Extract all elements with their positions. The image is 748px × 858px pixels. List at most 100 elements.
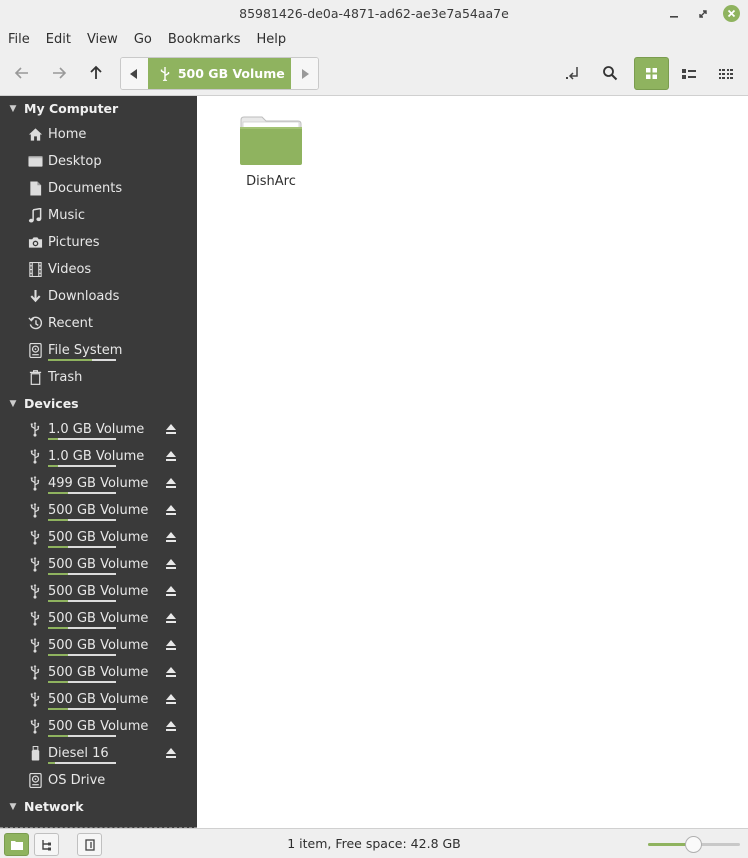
sidebar-item-label: 500 GB Volume — [48, 638, 148, 656]
sidebar-item-500-gb-volume[interactable]: 500 GB Volume — [0, 578, 197, 605]
sidebar-item-label: 1.0 GB Volume — [48, 449, 144, 467]
maximize-icon[interactable] — [694, 5, 711, 22]
file-view[interactable]: DishArc — [197, 96, 748, 828]
path-crumb-current[interactable]: 500 GB Volume — [147, 58, 292, 89]
sidebar-item-500-gb-volume[interactable]: 500 GB Volume — [0, 524, 197, 551]
back-button[interactable] — [6, 57, 38, 89]
sidebar-item-label: File System — [48, 343, 122, 361]
sidebar-item-500-gb-volume[interactable]: 500 GB Volume — [0, 497, 197, 524]
path-right-button[interactable] — [291, 58, 318, 89]
menu-edit[interactable]: Edit — [42, 32, 75, 47]
sidebar-item-label: Documents — [48, 181, 123, 196]
eject-icon[interactable] — [164, 611, 178, 625]
menu-bookmarks[interactable]: Bookmarks — [164, 32, 245, 47]
file-name: DishArc — [246, 174, 296, 189]
sidebar-item-home[interactable]: Home — [0, 121, 197, 148]
usage-bar — [48, 600, 116, 602]
eject-icon[interactable] — [164, 692, 178, 706]
trash-icon — [27, 370, 43, 386]
recent-icon — [27, 316, 43, 332]
sidebar-item-pictures[interactable]: Pictures — [0, 229, 197, 256]
sidebar-item-label: 500 GB Volume — [48, 530, 148, 548]
file-item-disharc[interactable]: DishArc — [235, 116, 307, 189]
usage-bar — [48, 465, 116, 467]
sidebar-item-trash[interactable]: Trash — [0, 364, 197, 391]
compact-view-button[interactable] — [708, 57, 743, 90]
usb-icon — [27, 530, 43, 546]
zoom-slider[interactable] — [648, 836, 740, 853]
eject-icon[interactable] — [164, 719, 178, 733]
usage-bar — [48, 359, 116, 361]
usb-icon — [27, 638, 43, 654]
eject-icon[interactable] — [164, 638, 178, 652]
sidebar-item-label: Desktop — [48, 154, 102, 169]
usb-stick-icon — [27, 746, 43, 762]
sidebar-item-diesel-16[interactable]: Diesel 16 — [0, 740, 197, 767]
sidebar-item-documents[interactable]: Documents — [0, 175, 197, 202]
path-left-button[interactable] — [121, 58, 148, 89]
sidebar-item-label: OS Drive — [48, 773, 106, 788]
sidebar-item-desktop[interactable]: Desktop — [0, 148, 197, 175]
sidebar-item-499-gb-volume[interactable]: 499 GB Volume — [0, 470, 197, 497]
forward-button[interactable] — [43, 57, 75, 89]
usage-bar-fill — [48, 492, 69, 494]
usage-bar — [48, 546, 116, 548]
sidebar: ▼ My Computer Home Desktop Documents Music P… — [0, 96, 197, 828]
desktop-icon — [27, 154, 43, 170]
film-icon — [27, 262, 43, 278]
usage-bar-fill — [48, 465, 59, 467]
eject-icon[interactable] — [164, 584, 178, 598]
icon-view-button[interactable] — [634, 57, 669, 90]
eject-icon[interactable] — [164, 665, 178, 679]
sidebar-item-file-system[interactable]: File System — [0, 337, 197, 364]
sidebar-item-os-drive[interactable]: OS Drive — [0, 767, 197, 794]
eject-icon[interactable] — [164, 422, 178, 436]
eject-icon[interactable] — [164, 557, 178, 571]
home-icon — [27, 127, 43, 143]
eject-icon[interactable] — [164, 746, 178, 760]
sidebar-section-devices[interactable]: ▼ Devices — [0, 391, 197, 416]
sidebar-item-500-gb-volume[interactable]: 500 GB Volume — [0, 551, 197, 578]
usage-bar-fill — [48, 573, 69, 575]
usb-icon — [27, 665, 43, 681]
path-bar: 500 GB Volume — [120, 57, 319, 90]
usb-icon — [27, 611, 43, 627]
sidebar-item-500-gb-volume[interactable]: 500 GB Volume — [0, 713, 197, 740]
eject-icon[interactable] — [164, 476, 178, 490]
sidebar-item-1-0-gb-volume[interactable]: 1.0 GB Volume — [0, 443, 197, 470]
sidebar-item-500-gb-volume[interactable]: 500 GB Volume — [0, 632, 197, 659]
zoom-handle[interactable] — [685, 836, 702, 853]
sidebar-section-my-computer[interactable]: ▼ My Computer — [0, 96, 197, 121]
sidebar-item-500-gb-volume[interactable]: 500 GB Volume — [0, 605, 197, 632]
sidebar-item-label: Music — [48, 208, 85, 223]
sidebar-item-label: 500 GB Volume — [48, 692, 148, 710]
compact-view-icon — [718, 68, 733, 79]
up-button[interactable] — [80, 57, 112, 89]
toggle-location-button[interactable] — [557, 57, 589, 89]
close-icon[interactable] — [723, 5, 740, 22]
usage-bar-fill — [48, 735, 69, 737]
sidebar-item-downloads[interactable]: Downloads — [0, 283, 197, 310]
sidebar-item-500-gb-volume[interactable]: 500 GB Volume — [0, 686, 197, 713]
usage-bar — [48, 519, 116, 521]
minimize-icon[interactable] — [665, 5, 682, 22]
sidebar-item-recent[interactable]: Recent — [0, 310, 197, 337]
sidebar-item-music[interactable]: Music — [0, 202, 197, 229]
list-view-button[interactable] — [671, 57, 706, 90]
usage-bar-fill — [48, 681, 69, 683]
menu-go[interactable]: Go — [130, 32, 156, 47]
menu-view[interactable]: View — [83, 32, 122, 47]
arrow-left-icon — [14, 67, 28, 79]
usb-icon — [27, 422, 43, 438]
sidebar-item-label: 500 GB Volume — [48, 719, 148, 737]
search-button[interactable] — [594, 57, 626, 89]
sidebar-section-network[interactable]: ▼ Network — [0, 794, 197, 819]
sidebar-item-500-gb-volume[interactable]: 500 GB Volume — [0, 659, 197, 686]
eject-icon[interactable] — [164, 449, 178, 463]
menu-file[interactable]: File — [4, 32, 34, 47]
sidebar-item-videos[interactable]: Videos — [0, 256, 197, 283]
sidebar-item-1-0-gb-volume[interactable]: 1.0 GB Volume — [0, 416, 197, 443]
eject-icon[interactable] — [164, 503, 178, 517]
eject-icon[interactable] — [164, 530, 178, 544]
menu-help[interactable]: Help — [252, 32, 290, 47]
